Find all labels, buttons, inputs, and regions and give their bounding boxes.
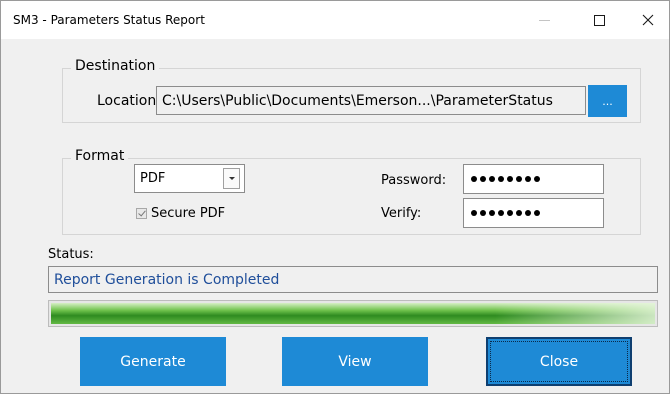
password-mask-dot	[507, 176, 513, 182]
browse-button[interactable]: ...	[588, 85, 627, 117]
format-select-value: PDF	[140, 171, 166, 186]
verify-mask-dot	[507, 210, 513, 216]
secure-pdf-checkbox[interactable]	[136, 208, 147, 219]
close-window-button[interactable]	[625, 1, 670, 39]
generate-button[interactable]: Generate	[80, 337, 226, 386]
password-mask-dot	[489, 176, 495, 182]
maximize-button[interactable]	[576, 1, 622, 39]
maximize-icon	[593, 14, 605, 26]
password-label: Password:	[381, 173, 447, 188]
title-bar[interactable]: SM3 - Parameters Status Report	[1, 1, 669, 39]
verify-mask-dot	[498, 210, 504, 216]
verify-label: Verify:	[381, 206, 422, 221]
password-mask-dot	[534, 176, 540, 182]
verify-mask-dot	[525, 210, 531, 216]
verify-mask-dot	[489, 210, 495, 216]
location-field[interactable]: C:\Users\Public\Documents\Emerson...\Par…	[156, 86, 586, 115]
progress-fill	[51, 303, 655, 324]
status-label: Status:	[48, 247, 94, 262]
focus-rectangle	[490, 341, 628, 382]
minimize-icon	[538, 19, 550, 21]
view-button[interactable]: View	[282, 337, 428, 386]
secure-pdf-label: Secure PDF	[151, 206, 226, 221]
verify-field[interactable]	[463, 198, 604, 228]
close-button[interactable]: Close	[486, 337, 632, 386]
verify-mask-dot	[534, 210, 540, 216]
format-select[interactable]: PDF	[134, 164, 245, 193]
window-title: SM3 - Parameters Status Report	[13, 13, 205, 27]
password-mask-dot	[525, 176, 531, 182]
format-legend: Format	[71, 148, 129, 164]
password-mask-dot	[498, 176, 504, 182]
password-mask-dot	[516, 176, 522, 182]
password-mask-dot	[471, 176, 477, 182]
minimize-button[interactable]	[521, 1, 567, 39]
report-dialog: SM3 - Parameters Status Report Destinati…	[0, 0, 670, 394]
chevron-down-icon[interactable]	[223, 168, 240, 189]
verify-mask-dot	[480, 210, 486, 216]
location-label: Location:	[97, 93, 161, 109]
password-field[interactable]	[463, 164, 604, 194]
verify-mask-dot	[516, 210, 522, 216]
destination-legend: Destination	[71, 58, 160, 74]
status-message: Report Generation is Completed	[48, 266, 658, 293]
verify-mask-dot	[471, 210, 477, 216]
password-mask-dot	[480, 176, 486, 182]
progress-bar	[48, 300, 658, 327]
close-icon	[642, 14, 654, 26]
